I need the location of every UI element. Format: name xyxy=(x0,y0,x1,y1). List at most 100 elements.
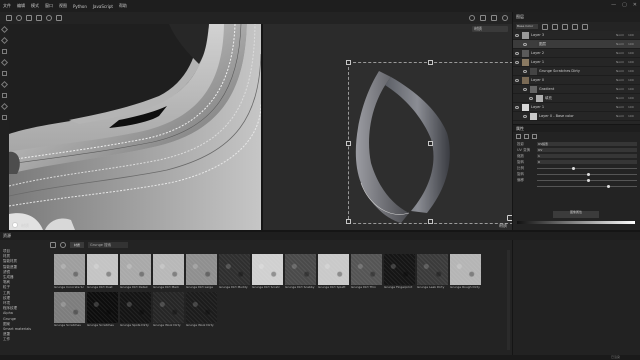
layer-blend-mode[interactable]: Norm xyxy=(616,114,628,118)
shelf-tile[interactable]: Grunge Rough Dirty xyxy=(450,254,481,291)
uv-select[interactable]: UV xyxy=(537,148,637,152)
layer-blend-mode[interactable]: Norm xyxy=(616,78,628,82)
scale-field[interactable]: 1 xyxy=(537,154,637,158)
layer-opacity[interactable]: 100 xyxy=(628,69,640,73)
select-icon[interactable] xyxy=(2,115,7,120)
tab-material-icon[interactable] xyxy=(516,134,521,139)
slider-track[interactable] xyxy=(537,184,637,188)
clone-icon[interactable] xyxy=(2,71,7,76)
viewport-2d[interactable]: 材质 材质 xyxy=(263,24,512,230)
menu-view[interactable]: 视图 xyxy=(59,3,67,9)
close-button[interactable]: ✕ xyxy=(633,2,637,8)
shelf-tile[interactable]: Grunge Concrete Sc xyxy=(54,254,85,291)
shelf-tile[interactable]: Grunge Dirt Detail xyxy=(120,254,151,291)
shelf-filter-chip[interactable]: 材质 xyxy=(70,242,84,248)
add-fill-layer-icon[interactable] xyxy=(552,23,558,30)
layer-blend-mode[interactable]: Norm xyxy=(616,51,628,55)
render-icon[interactable] xyxy=(480,15,486,21)
shelf-tile[interactable]: Grunge Dirt Large xyxy=(186,254,217,291)
maximize-button[interactable]: ▢ xyxy=(622,2,627,8)
menu-javascript[interactable]: JavaScript xyxy=(93,4,113,9)
slider-track[interactable] xyxy=(537,178,637,182)
grayscale-gradient-bar[interactable] xyxy=(517,221,635,224)
layer-blend-mode[interactable]: Norm xyxy=(616,105,628,109)
polygon-fill-icon[interactable] xyxy=(2,93,7,98)
layer-blend-mode[interactable]: Norm xyxy=(616,60,628,64)
layer-row[interactable]: 图层 Norm 100 xyxy=(513,40,640,49)
menu-edit[interactable]: 编辑 xyxy=(17,3,25,9)
shelf-tile[interactable]: Grunge Spots Dirty xyxy=(120,292,151,329)
eraser-icon[interactable] xyxy=(0,36,9,45)
geometry-icon[interactable] xyxy=(0,102,9,111)
projection-select[interactable]: UV投影 xyxy=(537,142,637,146)
shelf-tile[interactable]: Grunge Dirt Splatt xyxy=(318,254,349,291)
layer-blend-mode[interactable]: Norm xyxy=(616,42,628,46)
add-layer-icon[interactable] xyxy=(542,23,548,30)
slider-knob[interactable] xyxy=(587,172,590,176)
layer-blend-mode[interactable]: Norm xyxy=(616,69,628,73)
layer-opacity[interactable]: 100 xyxy=(628,33,640,37)
layer-opacity[interactable]: 100 xyxy=(628,96,640,100)
layer-blend-mode[interactable]: Norm xyxy=(616,96,628,100)
smudge-icon[interactable] xyxy=(0,58,9,67)
slider-knob[interactable] xyxy=(572,166,575,170)
shelf-tile[interactable]: Grunge Dirt Scratc xyxy=(252,254,283,291)
visibility-icon[interactable] xyxy=(523,114,527,118)
shelf-tile[interactable]: Grunge Wool Dirty xyxy=(186,292,217,329)
channel-select[interactable]: Base Color xyxy=(516,24,538,29)
menu-mode[interactable]: 模式 xyxy=(31,3,39,9)
layer-opacity[interactable]: 100 xyxy=(628,60,640,64)
layer-row[interactable]: Layer 0 - Base color Norm 100 xyxy=(513,112,640,121)
tab-uv-icon[interactable] xyxy=(524,134,529,139)
shelf-category-item[interactable]: 工作 xyxy=(3,337,48,342)
axis-gizmo-icon[interactable] xyxy=(12,222,18,228)
layer-blend-mode[interactable]: Norm xyxy=(616,87,628,91)
shelf-tile[interactable]: Grunge Fingerprint xyxy=(384,254,415,291)
image-properties-button[interactable]: 图像属性 xyxy=(553,210,599,218)
layer-row[interactable]: Layer 1 Norm 100 xyxy=(513,58,640,67)
delete-layer-icon[interactable] xyxy=(582,23,588,30)
shelf-tile[interactable]: Grunge Dirt Muddy xyxy=(219,254,250,291)
visibility-icon[interactable] xyxy=(515,78,519,82)
layer-opacity[interactable]: 100 xyxy=(628,78,640,82)
layer-opacity[interactable]: 100 xyxy=(628,114,640,118)
fill-icon[interactable] xyxy=(16,15,22,21)
camera-icon[interactable] xyxy=(46,15,52,21)
shelf-home-icon[interactable] xyxy=(50,242,56,248)
symmetry-icon[interactable] xyxy=(36,15,42,21)
layer-row[interactable]: Layer 0 Norm 100 xyxy=(513,76,640,85)
transform-handle-bl[interactable] xyxy=(346,219,351,224)
menu-python[interactable]: Python xyxy=(73,4,87,9)
shelf-tile[interactable]: Grunge Wool Dirty xyxy=(153,292,184,329)
mirror-icon[interactable] xyxy=(26,15,32,21)
screenshot-icon[interactable] xyxy=(502,15,508,21)
viewport-2d-channel-dropdown[interactable]: 材质 xyxy=(472,26,508,32)
display-settings-icon[interactable] xyxy=(469,15,475,21)
layer-blend-mode[interactable]: Norm xyxy=(616,33,628,37)
layer-row[interactable]: 填充 Norm 100 xyxy=(513,94,640,103)
menu-window[interactable]: 窗口 xyxy=(45,3,53,9)
visibility-icon[interactable] xyxy=(515,33,519,37)
transform-handle-bc[interactable] xyxy=(428,219,433,224)
transform-handle-ml[interactable] xyxy=(346,141,351,146)
add-mask-icon[interactable] xyxy=(562,23,568,30)
shelf-tile[interactable]: Grunge Dirt Thin xyxy=(351,254,382,291)
layer-row[interactable]: Grunge Scratches Dirty Norm 100 xyxy=(513,67,640,76)
layer-opacity[interactable]: 100 xyxy=(628,105,640,109)
slider-knob[interactable] xyxy=(607,184,610,188)
viewport-3d[interactable]: 材质 xyxy=(9,24,261,230)
transform-handle-tc[interactable] xyxy=(428,60,433,65)
projection-icon[interactable] xyxy=(2,49,7,54)
visibility-icon[interactable] xyxy=(523,42,527,46)
grid-view-icon[interactable] xyxy=(6,15,12,21)
layer-opacity[interactable]: 100 xyxy=(628,87,640,91)
visibility-icon[interactable] xyxy=(529,96,533,100)
visibility-icon[interactable] xyxy=(515,51,519,55)
visibility-icon[interactable] xyxy=(515,60,519,64)
layer-opacity[interactable]: 100 xyxy=(628,51,640,55)
layer-opacity[interactable]: 100 xyxy=(628,42,640,46)
visibility-icon[interactable] xyxy=(523,87,527,91)
transform-handle-mc[interactable] xyxy=(428,141,433,146)
tab-mask-icon[interactable] xyxy=(532,134,537,139)
layer-row[interactable]: Layer 3 Norm 100 xyxy=(513,31,640,40)
